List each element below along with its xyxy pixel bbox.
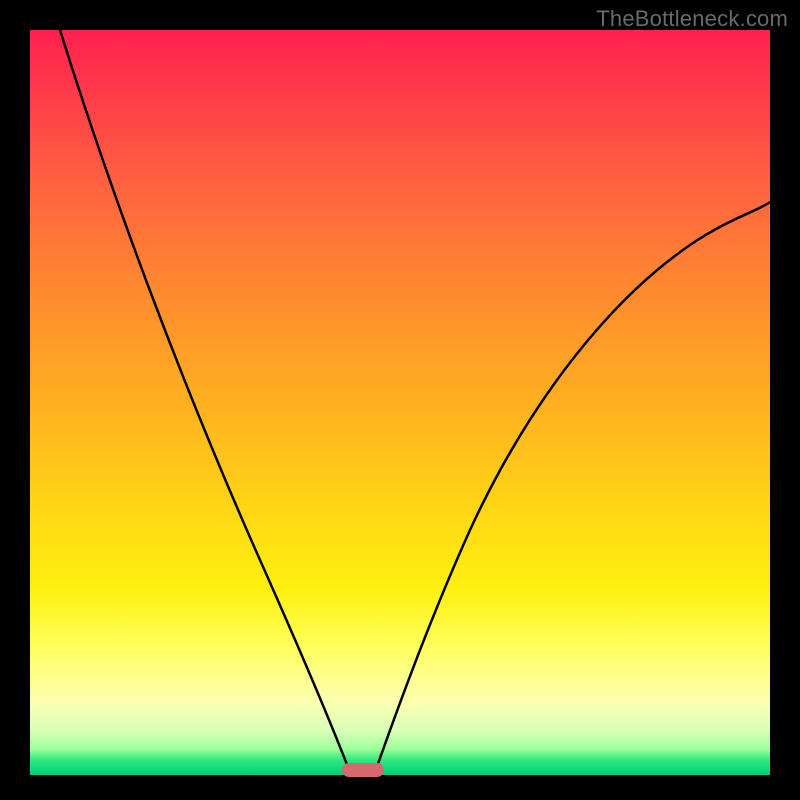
watermark-text: TheBottleneck.com	[596, 6, 788, 32]
chart-frame: TheBottleneck.com	[0, 0, 800, 800]
bottleneck-marker	[342, 763, 384, 777]
left-curve-path	[60, 30, 351, 775]
right-curve-path	[374, 202, 770, 775]
bottleneck-curve	[30, 30, 770, 775]
